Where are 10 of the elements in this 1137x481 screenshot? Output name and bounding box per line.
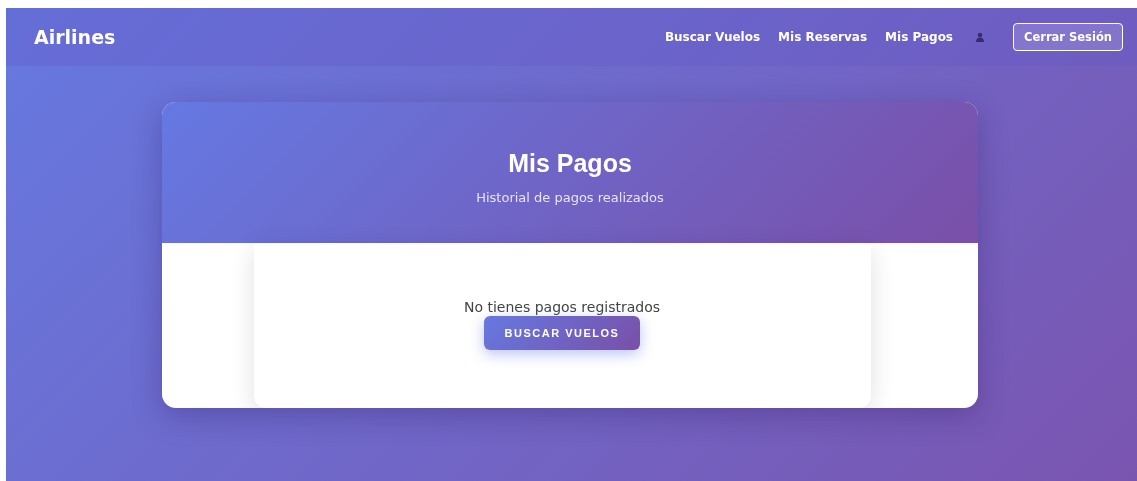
page-title: Mis Pagos [508, 148, 632, 178]
empty-message: No tienes pagos registrados [463, 298, 661, 316]
user-icon[interactable] [975, 32, 985, 42]
nav-link[interactable]: Buscar Vuelos [664, 30, 761, 44]
nav-link[interactable]: Mis Reservas [778, 30, 868, 44]
page-subtitle: Historial de pagos realizados [476, 189, 664, 205]
brand-logo: Airlines [34, 26, 116, 48]
search-flights-button[interactable]: BUSCAR VUELOS [483, 316, 641, 350]
logout-button[interactable]: Cerrar Sesión [1013, 23, 1123, 51]
nav-link[interactable]: Mis Pagos [885, 30, 953, 44]
